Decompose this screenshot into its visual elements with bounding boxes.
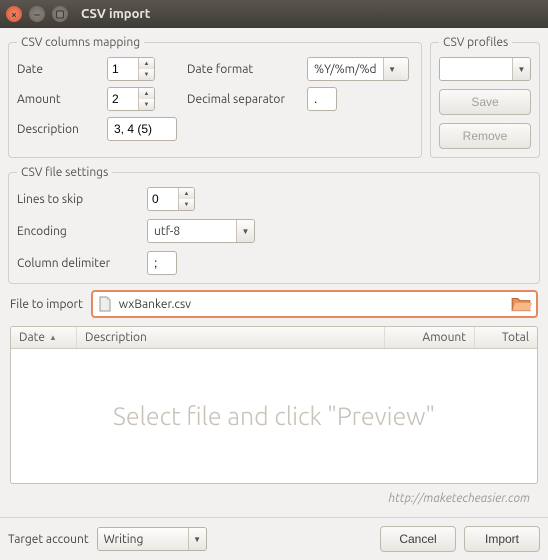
csv-profiles-group: CSV profiles ▼ Save Remove xyxy=(430,36,540,158)
minimize-icon[interactable]: – xyxy=(29,6,45,22)
amount-label: Amount xyxy=(17,93,97,106)
chevron-up-icon[interactable]: ▲ xyxy=(139,88,154,99)
file-to-import-row: File to import wxBanker.csv xyxy=(8,284,540,326)
column-header-date[interactable]: Date▲ xyxy=(11,327,77,348)
chevron-down-icon[interactable]: ▼ xyxy=(188,528,206,550)
csv-columns-mapping-group: CSV columns mapping Date ▲▼ Date format … xyxy=(8,36,422,158)
titlebar: × – ▢ CSV import xyxy=(0,0,548,28)
description-label: Description xyxy=(17,123,97,136)
description-columns-input[interactable] xyxy=(107,117,177,141)
chevron-up-icon[interactable]: ▲ xyxy=(179,188,194,199)
dateformat-value: %Y/%m/%d xyxy=(308,58,383,80)
chevron-down-icon[interactable]: ▼ xyxy=(236,220,254,242)
remove-button[interactable]: Remove xyxy=(439,123,531,149)
lines-to-skip-spinner[interactable]: ▲▼ xyxy=(147,187,195,211)
settings-legend: CSV file settings xyxy=(17,166,112,179)
decimal-separator-input[interactable] xyxy=(307,87,337,111)
mapping-legend: CSV columns mapping xyxy=(17,36,144,49)
save-button[interactable]: Save xyxy=(439,89,531,115)
cancel-button[interactable]: Cancel xyxy=(380,526,456,552)
chevron-down-icon[interactable]: ▼ xyxy=(383,58,401,80)
footer-bar: Target account Writing ▼ Cancel Import xyxy=(0,517,548,560)
delimiter-input[interactable] xyxy=(147,251,177,275)
chevron-down-icon[interactable]: ▼ xyxy=(512,58,530,80)
target-account-value: Writing xyxy=(98,528,188,550)
amount-column-input[interactable] xyxy=(108,88,138,110)
chevron-down-icon[interactable]: ▼ xyxy=(139,69,154,80)
target-account-combo[interactable]: Writing ▼ xyxy=(97,527,207,551)
file-icon xyxy=(97,296,113,312)
csv-file-settings-group: CSV file settings Lines to skip ▲▼ Encod… xyxy=(8,166,540,284)
file-path-value: wxBanker.csv xyxy=(119,298,191,311)
date-label: Date xyxy=(17,63,97,76)
target-account-label: Target account xyxy=(8,533,89,546)
column-header-description[interactable]: Description xyxy=(77,327,385,348)
profiles-legend: CSV profiles xyxy=(439,36,512,49)
close-icon[interactable]: × xyxy=(6,6,22,22)
lines-to-skip-input[interactable] xyxy=(148,188,178,210)
preview-placeholder: Select file and click "Preview" xyxy=(113,402,435,430)
decimal-label: Decimal separator xyxy=(187,93,297,106)
sort-asc-icon: ▲ xyxy=(49,333,57,342)
date-column-spinner[interactable]: ▲▼ xyxy=(107,57,155,81)
amount-column-spinner[interactable]: ▲▼ xyxy=(107,87,155,111)
watermark-text: http://maketecheasier.com xyxy=(8,488,540,509)
maximize-icon[interactable]: ▢ xyxy=(52,6,68,22)
chevron-up-icon[interactable]: ▲ xyxy=(139,58,154,69)
file-label: File to import xyxy=(10,298,83,311)
encoding-value: utf-8 xyxy=(148,220,236,242)
chevron-down-icon[interactable]: ▼ xyxy=(179,199,194,210)
preview-table: Date▲ Description Amount Total Select fi… xyxy=(10,326,538,484)
chevron-down-icon[interactable]: ▼ xyxy=(139,99,154,110)
lines-label: Lines to skip xyxy=(17,193,137,206)
encoding-combo[interactable]: utf-8 ▼ xyxy=(147,219,255,243)
import-button[interactable]: Import xyxy=(464,526,540,552)
dateformat-combo[interactable]: %Y/%m/%d ▼ xyxy=(307,57,409,81)
preview-header-row: Date▲ Description Amount Total xyxy=(11,327,537,349)
profiles-combo[interactable]: ▼ xyxy=(439,57,531,81)
profiles-value xyxy=(440,58,512,80)
window-title: CSV import xyxy=(81,7,150,21)
column-header-total[interactable]: Total xyxy=(475,327,537,348)
date-column-input[interactable] xyxy=(108,58,138,80)
delimiter-label: Column delimiter xyxy=(17,257,137,270)
folder-open-icon[interactable] xyxy=(510,293,532,315)
file-path-field[interactable]: wxBanker.csv xyxy=(91,290,538,318)
encoding-label: Encoding xyxy=(17,225,137,238)
dateformat-label: Date format xyxy=(187,63,297,76)
column-header-amount[interactable]: Amount xyxy=(385,327,475,348)
